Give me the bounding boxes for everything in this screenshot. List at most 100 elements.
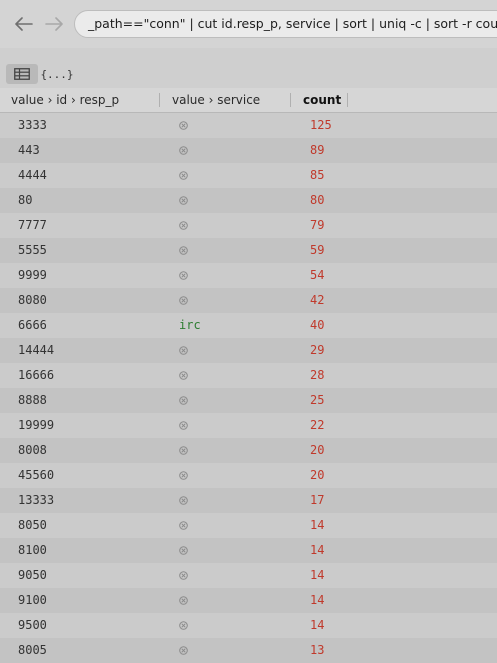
count-cell: 89 — [310, 143, 325, 157]
count-cell: 85 — [310, 168, 325, 182]
resp-port-cell: 443 — [18, 143, 40, 157]
resp-port-cell: 8100 — [18, 543, 47, 557]
table-body: 3333 125 443 89 4444 85 80 80 7777 79 5555 59 9999 54… — [0, 113, 497, 663]
table-row[interactable]: 9999 54 — [0, 263, 497, 288]
null-value-icon — [179, 271, 188, 280]
table-row[interactable]: 9050 14 — [0, 563, 497, 588]
null-value-icon — [179, 421, 188, 430]
null-value-icon — [179, 646, 188, 655]
back-button[interactable] — [12, 12, 36, 36]
resp-port-cell: 13333 — [18, 493, 55, 507]
table-row[interactable]: 3333 125 — [0, 113, 497, 138]
null-value-icon — [179, 621, 188, 630]
resp-port-cell: 9500 — [18, 618, 47, 632]
table-row[interactable]: 6666 irc 40 — [0, 313, 497, 338]
table-row[interactable]: 8888 25 — [0, 388, 497, 413]
resp-port-cell: 8005 — [18, 643, 47, 657]
resp-port-cell: 8888 — [18, 393, 47, 407]
column-divider[interactable] — [159, 93, 160, 107]
table-row[interactable]: 4444 85 — [0, 163, 497, 188]
table-row[interactable]: 13333 17 — [0, 488, 497, 513]
table-row[interactable]: 14444 29 — [0, 338, 497, 363]
resp-port-cell: 8080 — [18, 293, 47, 307]
table-row[interactable]: 8005 13 — [0, 638, 497, 663]
null-value-icon — [179, 546, 188, 555]
count-cell: 25 — [310, 393, 325, 407]
table-row[interactable]: 443 89 — [0, 138, 497, 163]
resp-port-cell: 9100 — [18, 593, 47, 607]
null-value-icon — [179, 171, 188, 180]
count-cell: 54 — [310, 268, 325, 282]
table-row[interactable]: 19999 22 — [0, 413, 497, 438]
count-cell: 80 — [310, 193, 325, 207]
column-divider[interactable] — [290, 93, 291, 107]
forward-button[interactable] — [42, 12, 66, 36]
table-row[interactable]: 16666 28 — [0, 363, 497, 388]
null-value-icon — [179, 496, 188, 505]
table-row[interactable]: 8080 42 — [0, 288, 497, 313]
table-view-button[interactable] — [6, 64, 38, 84]
count-cell: 40 — [310, 318, 325, 332]
resp-port-cell: 7777 — [18, 218, 47, 232]
view-switcher: {...} — [0, 62, 497, 88]
service-cell: irc — [179, 318, 201, 332]
null-value-icon — [179, 346, 188, 355]
count-cell: 20 — [310, 443, 325, 457]
table-row[interactable]: 8008 20 — [0, 438, 497, 463]
resp-port-cell: 3333 — [18, 118, 47, 132]
count-cell: 14 — [310, 593, 325, 607]
resp-port-cell: 19999 — [18, 418, 55, 432]
query-input[interactable]: _path=="conn" | cut id.resp_p, service |… — [74, 10, 497, 38]
null-value-icon — [179, 221, 188, 230]
count-cell: 14 — [310, 518, 325, 532]
resp-port-cell: 9999 — [18, 268, 47, 282]
null-value-icon — [179, 571, 188, 580]
count-cell: 125 — [310, 118, 332, 132]
resp-port-cell: 6666 — [18, 318, 47, 332]
resp-port-cell: 9050 — [18, 568, 47, 582]
count-cell: 14 — [310, 543, 325, 557]
table-row[interactable]: 7777 79 — [0, 213, 497, 238]
count-cell: 28 — [310, 368, 325, 382]
table-icon — [14, 68, 30, 80]
resp-port-cell: 8008 — [18, 443, 47, 457]
table-row[interactable]: 8050 14 — [0, 513, 497, 538]
table-header: value › id › resp_p value › service coun… — [0, 88, 497, 113]
column-header-count[interactable]: count — [303, 88, 341, 112]
arrow-left-icon — [15, 17, 33, 31]
null-value-icon — [179, 596, 188, 605]
table-row[interactable]: 45560 20 — [0, 463, 497, 488]
table-row[interactable]: 9500 14 — [0, 613, 497, 638]
resp-port-cell: 80 — [18, 193, 33, 207]
null-value-icon — [179, 521, 188, 530]
column-divider[interactable] — [347, 93, 348, 107]
table-row[interactable]: 9100 14 — [0, 588, 497, 613]
null-value-icon — [179, 296, 188, 305]
resp-port-cell: 45560 — [18, 468, 55, 482]
column-header-resp-port[interactable]: value › id › resp_p — [11, 88, 119, 112]
count-cell: 79 — [310, 218, 325, 232]
null-value-icon — [179, 396, 188, 405]
resp-port-cell: 4444 — [18, 168, 47, 182]
resp-port-cell: 14444 — [18, 343, 55, 357]
null-value-icon — [179, 446, 188, 455]
column-header-service[interactable]: value › service — [172, 88, 260, 112]
null-value-icon — [179, 371, 188, 380]
table-row[interactable]: 8100 14 — [0, 538, 497, 563]
json-view-button[interactable]: {...} — [40, 64, 73, 84]
count-cell: 42 — [310, 293, 325, 307]
count-cell: 14 — [310, 568, 325, 582]
resp-port-cell: 8050 — [18, 518, 47, 532]
table-row[interactable]: 80 80 — [0, 188, 497, 213]
null-value-icon — [179, 246, 188, 255]
null-value-icon — [179, 146, 188, 155]
null-value-icon — [179, 121, 188, 130]
count-cell: 13 — [310, 643, 325, 657]
count-cell: 14 — [310, 618, 325, 632]
null-value-icon — [179, 196, 188, 205]
count-cell: 17 — [310, 493, 325, 507]
resp-port-cell: 5555 — [18, 243, 47, 257]
count-cell: 22 — [310, 418, 325, 432]
table-row[interactable]: 5555 59 — [0, 238, 497, 263]
count-cell: 29 — [310, 343, 325, 357]
